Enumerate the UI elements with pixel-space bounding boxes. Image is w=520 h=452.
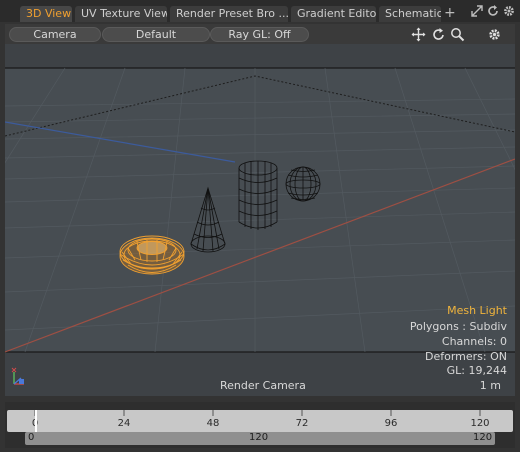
axis-icon	[11, 367, 24, 385]
tick-label: 120	[470, 418, 490, 429]
tab-bar: 3D View UV Texture View Render Preset Br…	[0, 0, 520, 22]
timeline-ruler[interactable]: 0 24 48 72 96 120	[7, 410, 513, 432]
polygons-info: Polygons : Subdiv	[409, 320, 507, 333]
tab-render-preset-browser[interactable]: Render Preset Bro ...	[170, 6, 288, 22]
gl-info: GL: 19,244	[446, 364, 507, 377]
tick-label: 72	[295, 418, 309, 429]
timeline-ticks	[34, 410, 481, 416]
viewport-toolbar: Camera Default Ray GL: Off	[5, 24, 515, 44]
cone-mesh[interactable]	[190, 186, 226, 253]
channels-info: Channels: 0	[441, 335, 507, 348]
selected-item-label: Mesh Light	[447, 304, 507, 317]
playhead[interactable]	[35, 410, 37, 432]
ray-gl-toggle[interactable]: Ray GL: Off	[210, 27, 309, 42]
torus-mesh[interactable]	[119, 235, 185, 275]
timeline: 0 24 48 72 96 120 0 120 120	[5, 402, 515, 448]
sphere-mesh[interactable]	[285, 166, 321, 202]
range-end-label: 120	[473, 432, 493, 443]
grid-boundary	[5, 75, 515, 137]
range-mid-label: 120	[249, 432, 269, 443]
tick-label: 96	[384, 418, 398, 429]
ground-grid	[5, 67, 515, 353]
range-start-label: 0	[28, 432, 35, 443]
move-view-icon[interactable]	[411, 27, 426, 42]
add-tab-button[interactable]: +	[444, 5, 456, 21]
tab-3d-view[interactable]: 3D View	[20, 6, 72, 22]
refresh-icon[interactable]	[486, 4, 500, 18]
viewport-settings-icon[interactable]	[487, 27, 502, 42]
cylinder-mesh[interactable]	[238, 160, 278, 230]
camera-dropdown[interactable]: Camera	[9, 27, 101, 42]
3d-viewport[interactable]: Mesh Light Polygons : Subdiv Channels: 0…	[5, 44, 515, 396]
tab-gradient-editor[interactable]: Gradient Editor	[291, 6, 376, 22]
settings-gear-icon[interactable]	[502, 4, 516, 18]
playback-range-bar[interactable]: 0 120 120	[25, 432, 495, 445]
shading-dropdown[interactable]: Default	[102, 27, 210, 42]
camera-name-label: Render Camera	[220, 379, 306, 392]
tab-schematic[interactable]: Schematic	[379, 6, 441, 22]
tick-label: 24	[117, 418, 131, 429]
tick-label: 48	[206, 418, 220, 429]
grid-scale-label: 1 m	[479, 379, 501, 392]
rotate-view-icon[interactable]	[431, 27, 446, 42]
tab-uv-texture-view[interactable]: UV Texture View	[75, 6, 167, 22]
scene-canvas[interactable]	[5, 44, 515, 396]
deformers-info: Deformers: ON	[425, 350, 507, 363]
maximize-icon[interactable]	[470, 4, 484, 18]
zoom-icon[interactable]	[450, 27, 465, 42]
z-axis-line	[5, 121, 236, 163]
